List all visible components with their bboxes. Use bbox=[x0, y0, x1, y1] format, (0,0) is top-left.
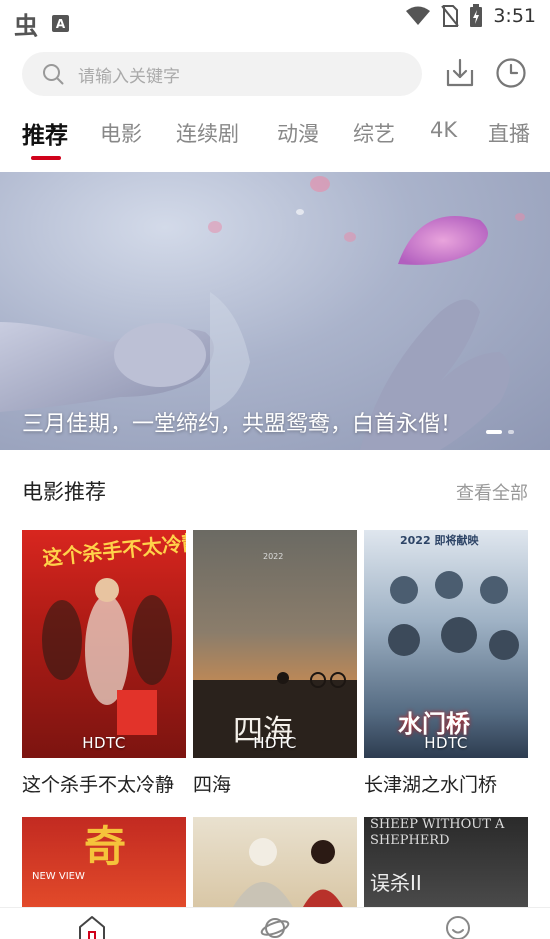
movie-poster: 2022 即将献映 水门桥 HDTC bbox=[364, 530, 528, 758]
movie-title: 这个杀手不太冷静 bbox=[22, 774, 175, 796]
tab-variety[interactable]: 综艺 bbox=[353, 118, 395, 148]
tab-anime[interactable]: 动漫 bbox=[277, 118, 319, 148]
tab-4k[interactable]: 4K bbox=[430, 118, 457, 142]
tab-movies[interactable]: 电影 bbox=[100, 118, 142, 148]
movie-poster: 2022 四海 HDTC bbox=[193, 530, 357, 758]
quality-badge: HDTC bbox=[82, 734, 126, 752]
battery-charging-icon bbox=[470, 4, 483, 27]
bug-app-icon: 虫 bbox=[14, 12, 38, 40]
movie-section-header: 电影推荐 查看全部 bbox=[22, 476, 528, 506]
hero-banner[interactable]: 三月佳期，一堂缔约，共盟鸳鸯，白首永偕！ bbox=[0, 172, 550, 450]
search-input[interactable]: 请输入关键字 bbox=[22, 52, 422, 96]
no-sim-icon bbox=[441, 5, 460, 27]
download-icon[interactable] bbox=[443, 56, 477, 90]
banner-dot-active bbox=[486, 430, 502, 434]
home-icon[interactable] bbox=[77, 914, 107, 939]
poster-title-art: SHEEP WITHOUT A SHEPHERD bbox=[370, 817, 505, 848]
search-row: 请输入关键字 bbox=[22, 52, 532, 96]
wifi-icon bbox=[406, 6, 431, 25]
planet-icon[interactable] bbox=[260, 914, 290, 939]
search-icon bbox=[43, 64, 64, 85]
movie-title: 长津湖之水门桥 bbox=[364, 774, 498, 796]
history-clock-icon[interactable] bbox=[494, 56, 528, 90]
movie-poster: SHEEP WITHOUT A SHEPHERD 误杀II bbox=[364, 817, 528, 907]
search-placeholder: 请输入关键字 bbox=[78, 66, 180, 87]
poster-figures bbox=[42, 578, 172, 735]
active-tab-indicator bbox=[31, 156, 61, 160]
category-tabs: 推荐 电影 连续剧 动漫 综艺 4K 直播 bbox=[0, 118, 550, 168]
banner-dot bbox=[508, 430, 514, 434]
movie-poster: 奇 NEW VIEW bbox=[22, 817, 186, 907]
movie-poster: 这个杀手不太冷静 HDTC bbox=[22, 530, 186, 758]
movie-title: 四海 bbox=[193, 774, 232, 796]
smiley-face-icon[interactable] bbox=[443, 914, 473, 939]
status-bar: 虫 A 3:51 bbox=[0, 0, 550, 40]
section-title: 电影推荐 bbox=[22, 480, 106, 504]
a-box-icon: A bbox=[52, 15, 69, 32]
banner-pagination bbox=[486, 430, 514, 434]
tab-recommend[interactable]: 推荐 bbox=[22, 116, 68, 150]
poster-subtitle-art: NEW VIEW bbox=[32, 871, 85, 882]
status-time: 3:51 bbox=[493, 5, 536, 27]
poster-subtitle-art: 误杀II bbox=[370, 871, 422, 895]
movie-poster bbox=[193, 817, 357, 907]
poster-figures bbox=[233, 838, 343, 907]
poster-title-art: 奇 bbox=[84, 822, 127, 871]
bottom-navigation bbox=[0, 907, 550, 939]
banner-caption: 三月佳期，一堂缔约，共盟鸳鸯，白首永偕！ bbox=[22, 412, 463, 437]
quality-badge: HDTC bbox=[424, 734, 468, 752]
view-all-link[interactable]: 查看全部 bbox=[456, 479, 528, 505]
tab-live[interactable]: 直播 bbox=[488, 118, 530, 148]
tab-series[interactable]: 连续剧 bbox=[176, 118, 239, 148]
quality-badge: HDTC bbox=[253, 734, 297, 752]
